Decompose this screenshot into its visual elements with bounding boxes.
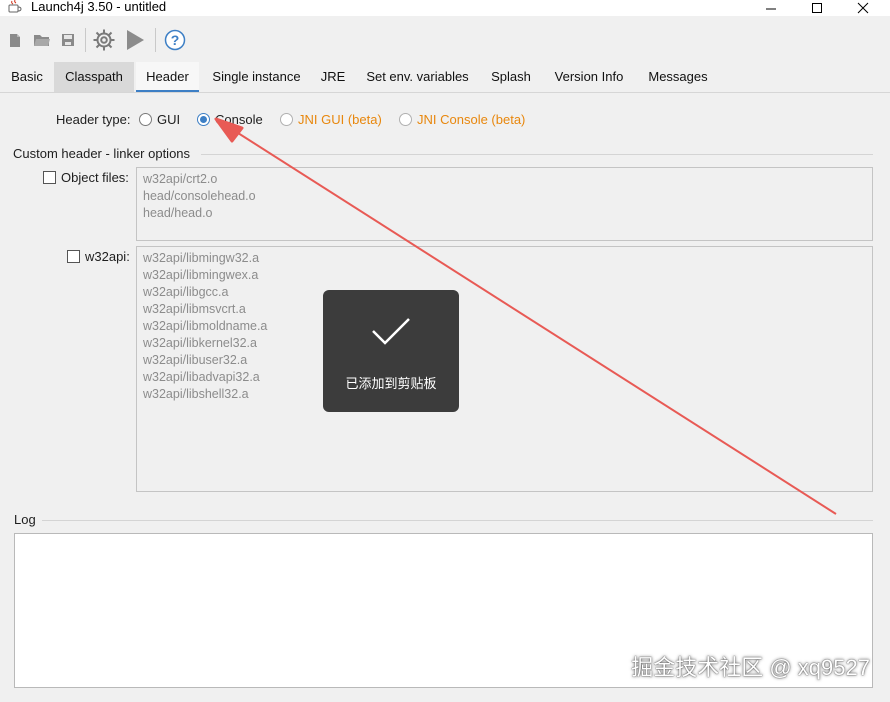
watermark: 掘金技术社区 @ xq9527 [631, 655, 870, 680]
red-arrow [214, 117, 837, 515]
